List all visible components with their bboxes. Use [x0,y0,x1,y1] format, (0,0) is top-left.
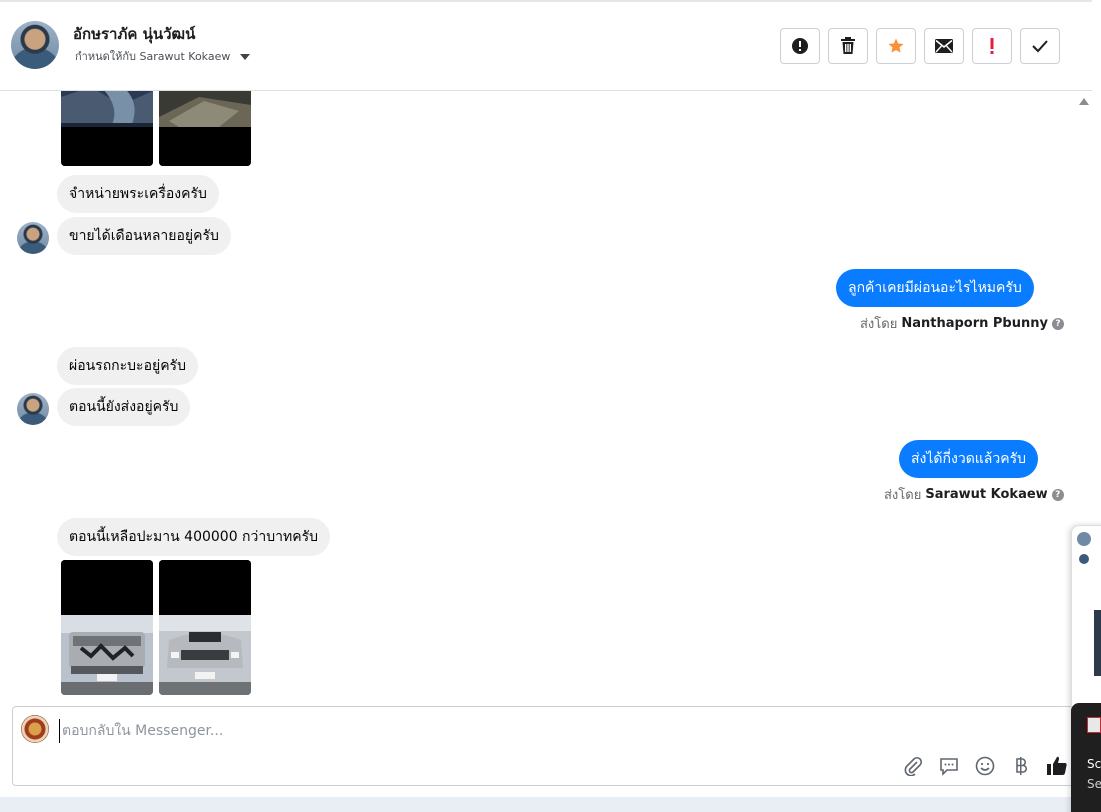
follow-up-button[interactable] [972,28,1012,64]
sent-by-label: ส่งโดย Nanthaporn Pbunny ? [860,313,1064,334]
conversation-header: อักษราภัค นุ่นวัฒน์ กำหนดให้กับ Sarawut … [0,0,1092,91]
help-icon[interactable]: ? [1051,488,1064,501]
messenger-inbox: อักษราภัค นุ่นวัฒน์ กำหนดให้กับ Sarawut … [0,0,1101,812]
done-button[interactable] [1020,28,1060,64]
exclamation-icon [990,38,994,54]
envelope-icon [935,39,953,53]
star-icon [888,38,904,53]
trash-icon [841,37,855,54]
reply-composer [12,706,1087,786]
incoming-message: ขายได้เดือนหลายอยู่ครับ [57,217,231,255]
emoji-button[interactable] [973,754,997,778]
sent-by-prefix: ส่งโดย [884,488,922,503]
check-icon [1032,40,1048,53]
baht-icon [1016,757,1027,775]
help-icon[interactable]: ? [1051,317,1064,330]
outgoing-message: ลูกค้าเคยมีผ่อนอะไรไหมครับ [836,269,1034,307]
outgoing-message: ส่งได้กี่งวดแล้วครับ [899,440,1039,478]
preview-avatar [1077,532,1091,546]
preview-image [1094,610,1101,676]
incoming-message: ผ่อนรถกะบะอยู่ครับ [57,347,198,385]
incoming-message: จำหน่ายพระเครื่องครับ [57,175,219,213]
photo-image [159,91,251,166]
delete-button[interactable] [828,28,868,64]
photo-attachment[interactable] [159,560,251,695]
saved-replies-button[interactable] [937,754,961,778]
composer-tools [901,754,1069,778]
incoming-message: ตอนนี้เหลือปะมาน 400000 กว่าบาทครับ [57,518,330,556]
reply-input[interactable] [59,719,764,743]
assignee-label: กำหนดให้กับ Sarawut Kokaew [75,50,231,63]
mark-unread-button[interactable] [924,28,964,64]
photo-attachment[interactable] [61,560,153,695]
attach-button[interactable] [901,754,925,778]
payment-button[interactable] [1009,754,1033,778]
sent-by-label: ส่งโดย Sarawut Kokaew ? [884,484,1064,505]
contact-name[interactable]: อักษราภัค นุ่นวัฒน์ [73,22,195,46]
assignee-selector[interactable]: กำหนดให้กับ Sarawut Kokaew [75,47,251,65]
page-avatar [21,715,49,743]
taskbar-strip [0,797,1101,812]
spam-button[interactable] [780,28,820,64]
message-thread[interactable]: จำหน่ายพระเครื่องครับ ขายได้เดือนหลายอยู… [0,91,1092,701]
preview-avatar [1079,554,1089,564]
conversation-toolbar [780,28,1060,64]
header-divider [0,0,1092,2]
paperclip-icon [904,756,923,776]
toast-title: Sc [1087,757,1101,771]
thumbs-up-icon [1047,756,1067,775]
sender-name: Nanthaporn Pbunny [901,316,1048,331]
incoming-message: ตอนนี้ยังส่งอยู่ครับ [57,388,191,426]
toast-app-icon [1087,717,1101,733]
contact-avatar-small [17,222,49,254]
notification-toast[interactable]: Sc Se [1071,703,1101,812]
sender-name: Sarawut Kokaew [925,487,1048,502]
truck-photo-image [61,560,153,695]
star-button[interactable] [876,28,916,64]
photo-attachment[interactable] [159,91,251,166]
toast-subtitle: Se [1087,777,1101,791]
like-button[interactable] [1045,754,1069,778]
photo-attachment[interactable] [61,91,153,166]
photo-image [61,91,153,166]
scroll-up-arrow-icon[interactable] [1079,98,1089,105]
alert-circle-icon [792,38,808,54]
chevron-down-icon[interactable] [240,53,251,60]
smiley-icon [975,756,995,776]
speech-bubble-icon [940,758,958,776]
sent-by-prefix: ส่งโดย [860,317,898,332]
contact-avatar-small [17,393,49,425]
truck-photo-image [159,560,251,695]
contact-avatar[interactable] [11,21,59,69]
